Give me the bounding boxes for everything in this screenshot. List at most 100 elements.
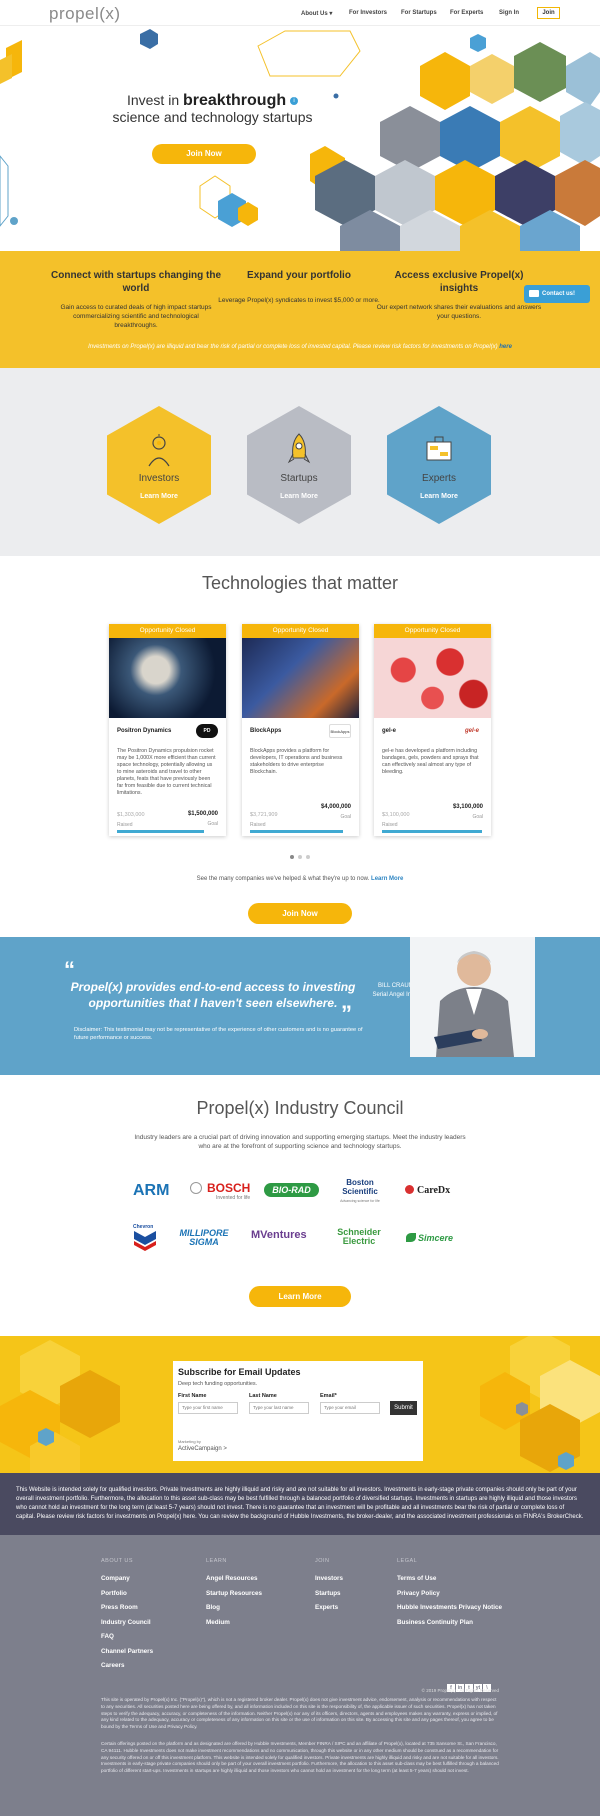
raised-label: Raised xyxy=(250,822,266,828)
footer-link-startups[interactable]: Startups xyxy=(315,1587,343,1602)
simcere-leaf-icon xyxy=(406,1233,416,1242)
briefcase-icon xyxy=(426,436,452,461)
first-name-input[interactable]: Type your first name xyxy=(178,1402,238,1414)
see-companies-line: See the many companies we've helped & wh… xyxy=(0,876,600,882)
footer-link-investors[interactable]: Investors xyxy=(315,1572,343,1587)
footer-link-press-room[interactable]: Press Room xyxy=(101,1601,153,1616)
hero-join-now-button[interactable]: Join Now xyxy=(152,144,256,164)
footer-link-terms-of-use[interactable]: Terms of Use xyxy=(397,1572,502,1587)
hex-learn-more[interactable]: Learn More xyxy=(107,493,211,500)
logo-bio-rad: BIO-RAD xyxy=(264,1183,319,1197)
goal-label: Goal xyxy=(340,814,351,820)
join-now-button[interactable]: Join Now xyxy=(248,903,352,924)
raised-label: Raised xyxy=(117,822,133,828)
footer-heading: ABOUT US xyxy=(101,1558,134,1564)
hero-headline-part2: science and technology startups xyxy=(112,109,313,125)
footer-link-company[interactable]: Company xyxy=(101,1572,153,1587)
footer-link-startup-resources[interactable]: Startup Resources xyxy=(206,1587,262,1602)
hex-startups[interactable]: Startups Learn More xyxy=(247,406,351,524)
value-props-band: Connect with startups changing the world… xyxy=(0,251,600,386)
bosch-tagline: Invented for life xyxy=(216,1195,251,1201)
deal-image-astronaut xyxy=(109,638,226,718)
top-nav: propel(x) About Us ▾ For Investors For S… xyxy=(0,0,600,26)
footer-link-careers[interactable]: Careers xyxy=(101,1659,153,1674)
goal-label: Goal xyxy=(472,814,483,820)
deal-image-circuit xyxy=(242,638,359,718)
submit-button[interactable]: Submit xyxy=(390,1401,417,1415)
deal-card[interactable]: Opportunity Closed gel-e gel-e gel-e has… xyxy=(374,624,491,836)
footer-col-learn: LEARN Angel Resources Startup Resources … xyxy=(206,1558,262,1630)
contact-us-label: Contact us! xyxy=(542,291,575,297)
carousel-dot[interactable] xyxy=(306,855,310,859)
footer-col-legal: LEGAL Terms of Use Privacy Policy Hubble… xyxy=(397,1558,502,1630)
boston-scientific-tagline: Advancing science for life xyxy=(340,1199,380,1203)
council-learn-more-button[interactable]: Learn More xyxy=(249,1286,351,1307)
hero-section: Invest in breakthrough i science and tec… xyxy=(0,26,600,251)
see-companies-learn-more-link[interactable]: Learn More xyxy=(371,876,403,882)
nav-for-experts[interactable]: For Experts xyxy=(450,10,483,16)
chevron-emblem-icon xyxy=(134,1231,156,1251)
hex-learn-more[interactable]: Learn More xyxy=(247,493,351,500)
nav-for-investors[interactable]: For Investors xyxy=(349,10,387,16)
footer-link-channel-partners[interactable]: Channel Partners xyxy=(101,1645,153,1660)
deal-goal-amount: $4,000,000 xyxy=(320,804,351,810)
deal-status: Opportunity Closed xyxy=(242,624,359,638)
deal-card[interactable]: Opportunity Closed BlockApps BlockApps B… xyxy=(242,624,359,836)
testimonial-quote: Propel(x) provides end-to-end access to … xyxy=(70,980,356,1010)
caredx-emblem-icon xyxy=(405,1185,414,1194)
footer-link-privacy-policy[interactable]: Privacy Policy xyxy=(397,1587,502,1602)
investor-portrait xyxy=(410,937,535,1057)
activecampaign-link[interactable]: ActiveCampaign > xyxy=(178,1446,227,1452)
hero-headline-emphasis: breakthrough xyxy=(183,92,287,109)
bosch-emblem-icon xyxy=(190,1182,202,1194)
footer-link-business-continuity-plan[interactable]: Business Continuity Plan xyxy=(397,1616,502,1631)
carousel-dot-active[interactable] xyxy=(290,855,294,859)
hex-learn-more[interactable]: Learn More xyxy=(387,493,491,500)
company-logo: PD xyxy=(196,724,218,738)
deal-image-blood-cells xyxy=(374,638,491,718)
last-name-input[interactable]: Type your last name xyxy=(249,1402,309,1414)
nav-for-startups[interactable]: For Startups xyxy=(401,10,437,16)
footer-link-industry-council[interactable]: Industry Council xyxy=(101,1616,153,1631)
mail-icon xyxy=(529,290,539,297)
hero-headline: Invest in breakthrough i science and tec… xyxy=(95,92,330,126)
company-logo: gel-e xyxy=(464,728,479,734)
hero-hexagon-collage xyxy=(0,29,600,251)
risk-disclaimer-link[interactable]: here xyxy=(499,344,512,350)
deal-progress-bar xyxy=(250,830,343,833)
social-links: f in t yt \ xyxy=(446,1676,491,1692)
deal-goal-amount: $1,500,000 xyxy=(187,811,218,817)
see-companies-text: See the many companies we've helped & wh… xyxy=(196,876,372,882)
investor-disclaimer: This Website is intended solely for qual… xyxy=(0,1473,600,1535)
deal-company-name: gel-e xyxy=(382,728,397,734)
technologies-title: Technologies that matter xyxy=(201,573,399,593)
hex-label: Experts xyxy=(422,473,456,484)
footer-link-medium[interactable]: Medium xyxy=(206,1616,262,1631)
first-name-label: First Name xyxy=(178,1393,207,1399)
hex-investors[interactable]: Investors Learn More xyxy=(107,406,211,524)
propelx-logo[interactable]: propel(x) xyxy=(49,4,121,24)
industry-council-description: Industry leaders are a crucial part of d… xyxy=(134,1134,466,1150)
deal-card[interactable]: Opportunity Closed Positron Dynamics PD … xyxy=(109,624,226,836)
info-icon[interactable]: i xyxy=(290,97,299,106)
footer-link-faq[interactable]: FAQ xyxy=(101,1630,153,1645)
deal-company-name: BlockApps xyxy=(250,728,282,734)
footer-link-experts[interactable]: Experts xyxy=(315,1601,343,1616)
value-prop-insights: Access exclusive Propel(x) insights Our … xyxy=(374,269,544,321)
carousel-dot[interactable] xyxy=(298,855,302,859)
email-input[interactable]: Type your email xyxy=(320,1402,380,1414)
deal-company-name: Positron Dynamics xyxy=(117,728,172,734)
footer-link-portfolio[interactable]: Portfolio xyxy=(101,1587,153,1602)
footer-link-blog[interactable]: Blog xyxy=(206,1601,262,1616)
contact-us-button[interactable]: Contact us! xyxy=(524,285,590,303)
hex-experts[interactable]: Experts Learn More xyxy=(387,406,491,524)
nav-about-us[interactable]: About Us ▾ xyxy=(301,10,332,17)
footer-link-angel-resources[interactable]: Angel Resources xyxy=(206,1572,262,1587)
deal-goal-amount: $3,100,000 xyxy=(452,804,483,810)
hero-headline-part1: Invest in xyxy=(126,92,183,108)
footer-legal-text-2: Certain offerings posted on the platform… xyxy=(101,1741,499,1774)
footer-link-hubble-privacy-notice[interactable]: Hubble Investments Privacy Notice xyxy=(397,1601,502,1616)
hex-label: Startups xyxy=(280,473,318,484)
nav-join-button[interactable]: Join xyxy=(537,7,560,19)
nav-sign-in[interactable]: Sign In xyxy=(499,10,519,16)
